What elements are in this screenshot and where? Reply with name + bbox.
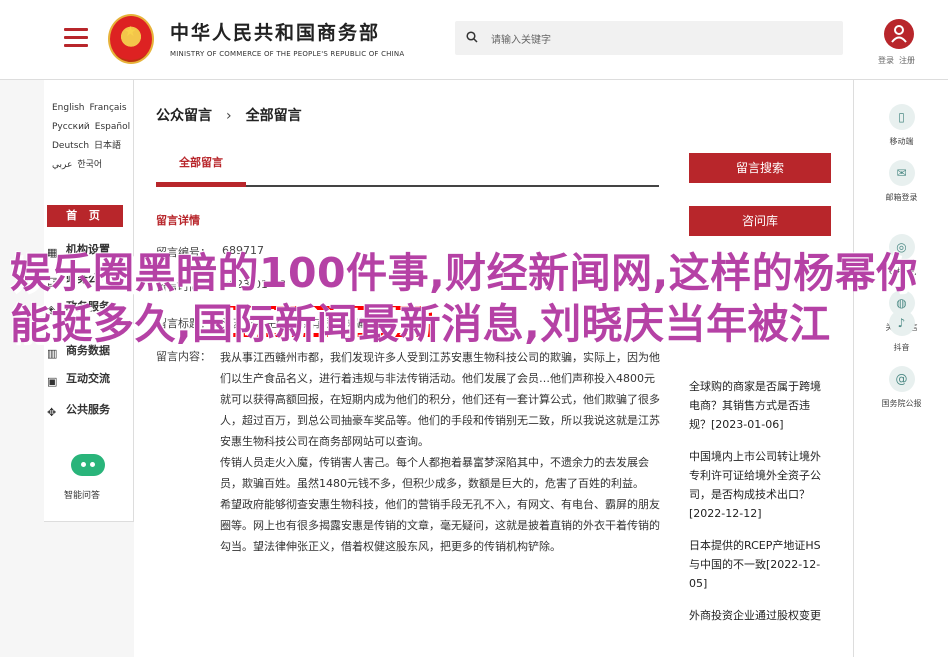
right-rail: ▯移动端 ✉邮箱登录 ◎关注微博 ◍关注微信 ♪抖音 @国务院公报 xyxy=(853,80,948,657)
breadcrumb: 公众留言 › 全部留言 xyxy=(156,105,302,125)
at-icon: @ xyxy=(888,366,915,392)
search-placeholder: 请输入关键字 xyxy=(491,35,551,46)
rail-mail[interactable]: ✉ 邮箱登录 xyxy=(854,160,948,203)
ministry-title-cn: 中华人民共和国商务部 xyxy=(170,22,381,44)
rail-label: 邮箱登录 xyxy=(885,193,918,202)
qa-list-item[interactable]: 中国境内上市公司转让境外专利许可证给境外全资子公司，是否构成技术出口？[2022… xyxy=(689,447,829,523)
chevron-right-icon: › xyxy=(226,108,232,124)
search-box[interactable]: 请输入关键字 xyxy=(455,21,843,55)
lang-spanish[interactable]: Español xyxy=(95,122,130,132)
lang-english[interactable]: English xyxy=(52,103,85,113)
user-links: 登录 注册 xyxy=(878,55,920,66)
rail-label: 移动端 xyxy=(889,137,914,146)
content-label: 留言内容： xyxy=(156,350,211,363)
content-paragraph-1: 我从事江西赣州市都，我们发现许多人受到江苏安惠生物科技公司的欺骗，实际上，因为他… xyxy=(220,351,660,448)
tab-all-messages[interactable]: 全部留言 xyxy=(156,150,246,187)
national-emblem-icon xyxy=(108,14,154,64)
qa-library-button[interactable]: 咨问库 xyxy=(689,206,831,236)
top-header: 中华人民共和国商务部 MINISTRY OF COMMERCE OF THE P… xyxy=(0,0,948,80)
qa-list-item[interactable]: 外商投资企业通过股权变更 xyxy=(689,606,829,625)
rail-gazette[interactable]: @ 国务院公报 xyxy=(854,366,948,409)
lang-japanese[interactable]: 日本語 xyxy=(94,141,121,151)
content-paragraph-2: 传销人员走火入魔，传销害人害己。每个人都抱着暴富梦深陷其中，不遗余力的去发展会员… xyxy=(220,456,649,490)
nav-label: 公共服务 xyxy=(66,403,110,416)
home-button[interactable]: 首 页 xyxy=(47,205,123,227)
hamburger-menu-icon[interactable] xyxy=(64,28,88,48)
user-avatar[interactable] xyxy=(884,19,914,49)
mobile-icon: ▯ xyxy=(888,104,915,130)
detail-title: 留言详情 xyxy=(156,214,200,227)
language-list: English Français Русский Español Deutsch 日本… xyxy=(52,99,134,175)
register-link[interactable]: 注册 xyxy=(899,56,915,65)
message-content-label-row: 留言内容： xyxy=(156,348,211,364)
qa-list: 全球购的商家是否属于跨境电商？其销售方式是否违规？[2023-01-06] 中国… xyxy=(689,377,829,638)
login-link[interactable]: 登录 xyxy=(878,56,894,65)
breadcrumb-public-messages[interactable]: 公众留言 xyxy=(156,108,212,124)
lang-french[interactable]: Français xyxy=(90,103,127,113)
qa-list-item[interactable]: 全球购的商家是否属于跨境电商？其销售方式是否违规？[2023-01-06] xyxy=(689,377,829,434)
rail-label: 国务院公报 xyxy=(881,399,922,408)
tab-bar: 全部留言 xyxy=(156,150,659,187)
nav-label: 互动交流 xyxy=(66,372,110,385)
rail-mobile[interactable]: ▯ 移动端 xyxy=(854,104,948,147)
chatbot-icon[interactable] xyxy=(71,454,105,476)
main-content: 公众留言 › 全部留言 全部留言 留言详情 留言编号： 689717 留言时间： 202… xyxy=(134,80,853,657)
user-icon xyxy=(891,25,907,43)
content-paragraph-3: 希望政府能够彻查安惠生物科技，他们的营销手段无孔不入，有网文、有电台、霸屏的朋友… xyxy=(220,498,660,553)
chatbot-label: 智能问答 xyxy=(64,491,101,501)
message-content: 我从事江西赣州市都，我们发现许多人受到江苏安惠生物科技公司的欺骗，实际上，因为他… xyxy=(220,347,660,557)
lang-korean[interactable]: 한국어 xyxy=(77,160,102,170)
lang-german[interactable]: Deutsch xyxy=(52,141,89,151)
nav-public-service[interactable]: ✥ 公共服务 xyxy=(47,401,132,421)
chat-icon: ▣ xyxy=(47,375,58,388)
lang-russian[interactable]: Русский xyxy=(52,122,90,132)
message-search-button[interactable]: 留言搜索 xyxy=(689,153,831,183)
overlay-headline: 娱乐圈黑暗的100件事,财经新闻网,这样的杨幂你能挺多久,国际新闻最新消息,刘晓… xyxy=(10,249,918,348)
mail-icon: ✉ xyxy=(888,160,915,186)
ministry-title-en: MINISTRY OF COMMERCE OF THE PEOPLE'S REP… xyxy=(170,50,405,58)
qa-list-item[interactable]: 日本提供的RCEP产地证HS与中国的不一致[2022-12-05] xyxy=(689,536,829,593)
lang-arabic[interactable]: عربي xyxy=(52,160,72,170)
puzzle-icon: ✥ xyxy=(47,406,57,419)
breadcrumb-all-messages[interactable]: 全部留言 xyxy=(246,108,302,124)
search-icon xyxy=(466,31,478,43)
nav-interaction[interactable]: ▣ 互动交流 xyxy=(47,370,132,390)
